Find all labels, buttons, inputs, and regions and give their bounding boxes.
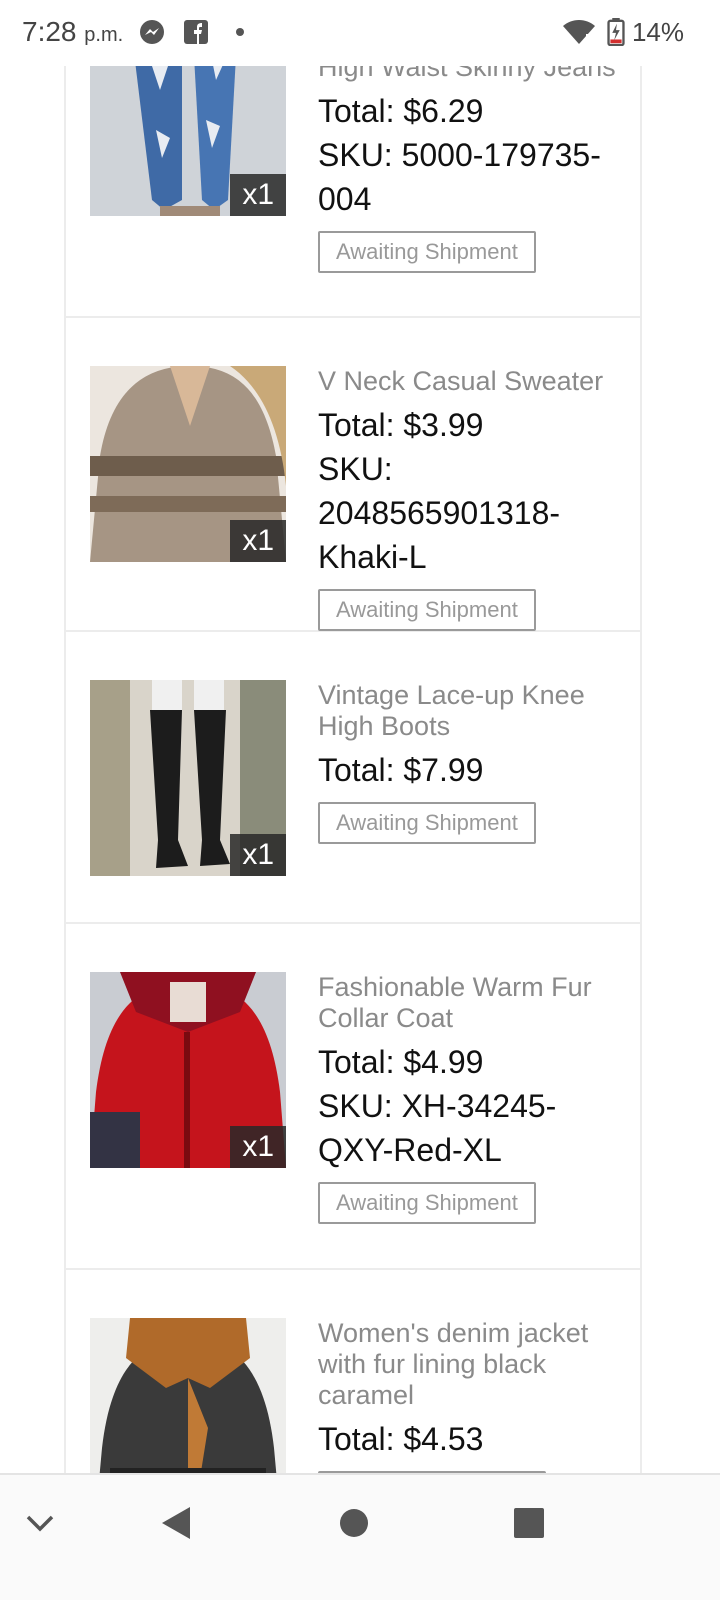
product-name-line: Vintage Lace-up Knee <box>318 680 585 710</box>
status-badge: Awaiting Shipment <box>318 589 536 631</box>
product-name-line: Collar Coat <box>318 1003 454 1033</box>
sku-value: 5000-179735- <box>401 137 601 173</box>
sku-label: SKU: <box>318 1088 393 1124</box>
order-info: V Neck Casual Sweater Total: $3.99 SKU: … <box>318 366 640 631</box>
quantity-badge: x1 <box>230 520 286 562</box>
order-sku: SKU: 5000-179735- 004 <box>318 133 640 221</box>
order-item[interactable]: x1 V Neck Casual Sweater Total: $3.99 SK… <box>66 318 640 632</box>
messenger-icon <box>140 20 164 44</box>
order-item[interactable]: x1 Vintage Lace-up Knee High Boots Total… <box>66 632 640 924</box>
product-image[interactable]: x1 <box>90 366 286 562</box>
order-item[interactable]: x1 Fashionable Warm Fur Collar Coat Tota… <box>66 924 640 1270</box>
facebook-icon <box>184 20 208 44</box>
quantity-badge: x1 <box>230 174 286 216</box>
sku-value: XH-34245- <box>401 1088 557 1124</box>
order-info: Fashionable Warm Fur Collar Coat Total: … <box>318 972 640 1224</box>
sku-value-cont: Khaki-L <box>318 539 427 575</box>
order-total: Total: $3.99 <box>318 403 640 447</box>
order-total: Total: $4.99 <box>318 1040 640 1084</box>
total-label: Total: <box>318 1044 395 1080</box>
sku-label: SKU: <box>318 137 393 173</box>
product-name-line: with fur lining black <box>318 1349 547 1379</box>
product-image[interactable]: x1 <box>90 972 286 1168</box>
product-name-line: Fashionable Warm Fur <box>318 972 592 1002</box>
product-name[interactable]: Vintage Lace-up Knee High Boots <box>318 680 640 742</box>
order-sku: SKU: 2048565901318- Khaki-L <box>318 447 640 579</box>
status-badge: Awaiting Shipment <box>318 231 536 273</box>
status-time: 7:28 p.m. <box>22 16 123 48</box>
sku-label: SKU: <box>318 451 393 487</box>
sku-value-cont: 004 <box>318 181 372 217</box>
order-total: Total: $7.99 <box>318 748 640 792</box>
system-nav-bar <box>0 1473 720 1600</box>
status-badge: Awaiting Shipment <box>318 1182 536 1224</box>
total-value: $6.29 <box>403 93 484 129</box>
order-total: Total: $4.53 <box>318 1417 640 1461</box>
total-label: Total: <box>318 752 395 788</box>
total-value: $4.53 <box>403 1421 484 1457</box>
back-icon[interactable] <box>160 1505 192 1541</box>
product-name-line: Women's denim jacket <box>318 1318 589 1348</box>
battery-percent: 14% <box>631 17 684 47</box>
product-name[interactable]: Fashionable Warm Fur Collar Coat <box>318 972 640 1034</box>
home-icon[interactable] <box>338 1505 370 1541</box>
product-name-line: High Boots <box>318 711 451 741</box>
status-bar: 7:28 p.m. 14% <box>0 0 720 66</box>
quantity-badge: x1 <box>230 834 286 876</box>
recents-icon[interactable] <box>512 1505 546 1541</box>
quantity-badge: x1 <box>230 1126 286 1168</box>
total-value: $3.99 <box>403 407 484 443</box>
order-sku: SKU: XH-34245- QXY-Red-XL <box>318 1084 640 1172</box>
wifi-icon <box>563 20 595 44</box>
total-label: Total: <box>318 1421 395 1457</box>
sku-value-cont: QXY-Red-XL <box>318 1132 502 1168</box>
order-list[interactable]: x1 High Waist Skinny Jeans Total: $6.29 … <box>64 0 642 1600</box>
total-value: $7.99 <box>403 752 484 788</box>
status-badge: Awaiting Shipment <box>318 802 536 844</box>
product-name[interactable]: Women's denim jacket with fur lining bla… <box>318 1318 640 1411</box>
status-time-value: 7:28 <box>22 16 77 47</box>
dot-icon <box>236 28 244 36</box>
order-info: High Waist Skinny Jeans Total: $6.29 SKU… <box>318 52 640 273</box>
chevron-down-icon[interactable] <box>24 1511 56 1535</box>
total-value: $4.99 <box>403 1044 484 1080</box>
sku-value: 2048565901318- <box>318 495 561 531</box>
status-time-ampm: p.m. <box>84 24 124 46</box>
order-total: Total: $6.29 <box>318 89 640 133</box>
total-label: Total: <box>318 93 395 129</box>
product-image[interactable]: x1 <box>90 680 286 876</box>
order-info: Vintage Lace-up Knee High Boots Total: $… <box>318 680 640 844</box>
product-name-line: caramel <box>318 1380 415 1410</box>
product-name[interactable]: V Neck Casual Sweater <box>318 366 640 397</box>
total-label: Total: <box>318 407 395 443</box>
battery-icon <box>607 18 625 46</box>
